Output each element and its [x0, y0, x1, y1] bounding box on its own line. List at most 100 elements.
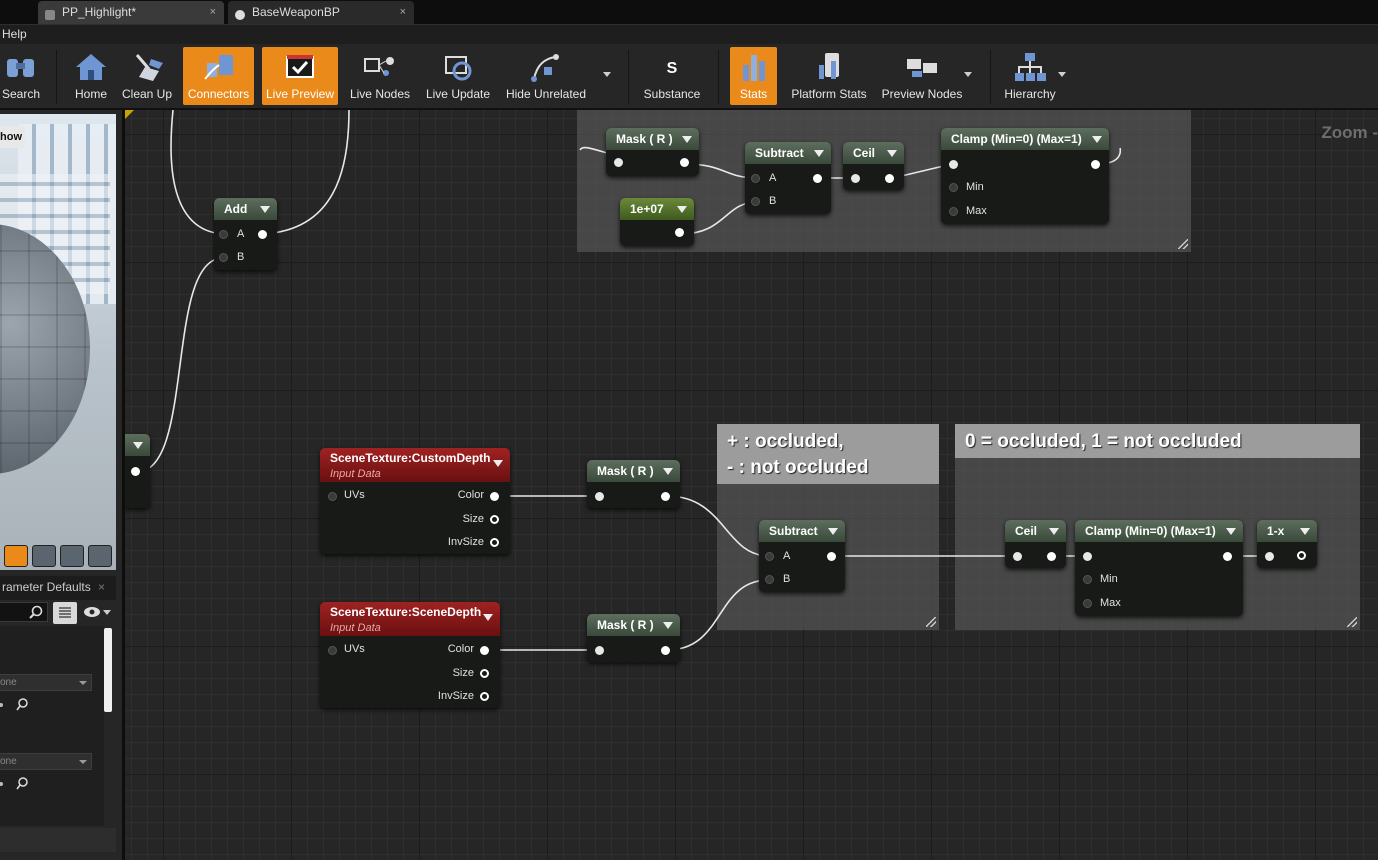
list-view-button[interactable] [53, 602, 77, 624]
input-pin[interactable] [1083, 552, 1092, 561]
texture-combo[interactable]: one [0, 674, 92, 691]
texture-combo[interactable]: one [0, 753, 92, 770]
chevron-down-icon[interactable] [1049, 528, 1059, 535]
input-pin-a[interactable] [751, 174, 760, 183]
platform-stats-button[interactable]: Platform Stats [786, 47, 872, 105]
node-mask-r-scenedepth[interactable]: Mask ( R ) [587, 614, 680, 662]
preview-nodes-button[interactable]: Preview Nodes [878, 47, 966, 105]
visibility-button[interactable] [82, 604, 112, 620]
input-pin-b[interactable] [219, 253, 228, 262]
chevron-down-icon[interactable] [260, 206, 270, 213]
search-icon[interactable] [0, 777, 40, 791]
cube-preview-icon[interactable] [60, 545, 84, 567]
node-partial-offscreen[interactable] [125, 434, 150, 508]
node-subtract-mid[interactable]: Subtract A B [759, 520, 845, 592]
hide-unrelated-button[interactable]: Hide Unrelated [501, 47, 591, 105]
chevron-down-icon[interactable] [887, 150, 897, 157]
input-pin-a[interactable] [765, 552, 774, 561]
node-ceil-mid[interactable]: Ceil [1005, 520, 1066, 568]
node-mask-r-top[interactable]: Mask ( R ) [606, 128, 699, 176]
search-input[interactable] [0, 602, 48, 622]
input-pin-min[interactable] [1083, 575, 1092, 584]
chevron-down-icon[interactable] [1092, 136, 1102, 143]
node-one-minus[interactable]: 1-x [1257, 520, 1317, 568]
close-icon[interactable]: × [400, 1, 406, 23]
tab-baseweaponbp[interactable]: BaseWeaponBP × [228, 1, 414, 24]
live-nodes-button[interactable]: Live Nodes [344, 47, 416, 105]
node-mask-r-customdepth[interactable]: Mask ( R ) [587, 460, 680, 508]
chevron-down-icon[interactable] [663, 468, 673, 475]
preview-viewport[interactable]: how [0, 114, 116, 570]
chevron-down-icon[interactable] [1226, 528, 1236, 535]
chevron-down-icon[interactable] [964, 72, 972, 77]
output-pin[interactable] [661, 492, 670, 501]
output-pin-invsize[interactable] [490, 538, 499, 547]
node-constant-1e07[interactable]: 1e+07 [620, 198, 694, 246]
output-pin-color[interactable] [480, 646, 489, 655]
chevron-down-icon[interactable] [1058, 72, 1066, 77]
output-pin[interactable] [661, 646, 670, 655]
close-icon[interactable]: × [98, 580, 105, 594]
output-pin[interactable] [675, 228, 684, 237]
material-graph[interactable]: Zoom - + : occluded, - : not occluded 0 … [122, 110, 1378, 860]
input-pin[interactable] [949, 160, 958, 169]
output-pin[interactable] [1047, 552, 1056, 561]
substance-button[interactable]: S Substance [638, 47, 706, 105]
output-pin[interactable] [1223, 552, 1232, 561]
custom-mesh-preview-icon[interactable] [88, 545, 112, 567]
chevron-down-icon[interactable] [493, 460, 503, 467]
live-update-button[interactable]: Live Update [421, 47, 495, 105]
chevron-down-icon[interactable] [603, 72, 611, 77]
menu-help[interactable]: Help [2, 27, 27, 41]
input-pin-max[interactable] [949, 207, 958, 216]
hierarchy-button[interactable]: Hierarchy [1000, 47, 1060, 105]
node-clamp-mid[interactable]: Clamp (Min=0) (Max=1) Min Max [1075, 520, 1243, 616]
input-pin[interactable] [595, 646, 604, 655]
output-pin[interactable] [1091, 160, 1100, 169]
output-pin[interactable] [131, 467, 140, 476]
chevron-down-icon[interactable] [663, 622, 673, 629]
input-pin[interactable] [614, 158, 623, 167]
input-pin[interactable] [1265, 552, 1274, 561]
scrollbar[interactable] [104, 628, 112, 712]
sphere-preview-icon[interactable] [4, 545, 28, 567]
output-pin-size[interactable] [490, 515, 499, 524]
stats-button[interactable]: Stats [730, 47, 777, 105]
node-clamp-top[interactable]: Clamp (Min=0) (Max=1) Min Max [941, 128, 1109, 224]
input-pin-uvs[interactable] [328, 646, 337, 655]
input-pin-uvs[interactable] [328, 492, 337, 501]
node-subtract-top[interactable]: Subtract A B [745, 142, 831, 214]
chevron-down-icon[interactable] [1300, 528, 1310, 535]
output-pin[interactable] [258, 230, 267, 239]
chevron-down-icon[interactable] [483, 614, 493, 621]
chevron-down-icon[interactable] [677, 206, 687, 213]
live-preview-button[interactable]: Live Preview [262, 47, 338, 105]
chevron-down-icon[interactable] [682, 136, 692, 143]
input-pin-b[interactable] [751, 197, 760, 206]
tab-pp-highlight[interactable]: PP_Highlight* × [38, 1, 224, 24]
output-pin[interactable] [827, 552, 836, 561]
input-pin[interactable] [595, 492, 604, 501]
output-pin-color[interactable] [490, 492, 499, 501]
node-add[interactable]: Add A B [214, 198, 277, 270]
node-scenetexture-customdepth[interactable]: SceneTexture:CustomDepth Input Data UVs C… [320, 448, 510, 554]
input-pin-min[interactable] [949, 183, 958, 192]
output-pin[interactable] [1297, 551, 1306, 560]
input-pin-max[interactable] [1083, 599, 1092, 608]
connectors-button[interactable]: Connectors [183, 47, 254, 105]
input-pin[interactable] [1013, 552, 1022, 561]
chevron-down-icon[interactable] [133, 442, 143, 449]
plane-preview-icon[interactable] [32, 545, 56, 567]
output-pin[interactable] [885, 174, 894, 183]
parameter-defaults-tab[interactable]: rameter Defaults × [0, 576, 116, 600]
output-pin[interactable] [680, 158, 689, 167]
input-pin-a[interactable] [219, 230, 228, 239]
viewport-show-button[interactable]: how [0, 126, 25, 148]
output-pin-size[interactable] [480, 669, 489, 678]
input-pin-b[interactable] [765, 575, 774, 584]
chevron-down-icon[interactable] [828, 528, 838, 535]
clean-up-button[interactable]: Clean Up [118, 47, 176, 105]
output-pin-invsize[interactable] [480, 692, 489, 701]
output-pin[interactable] [813, 174, 822, 183]
home-button[interactable]: Home [68, 47, 114, 105]
